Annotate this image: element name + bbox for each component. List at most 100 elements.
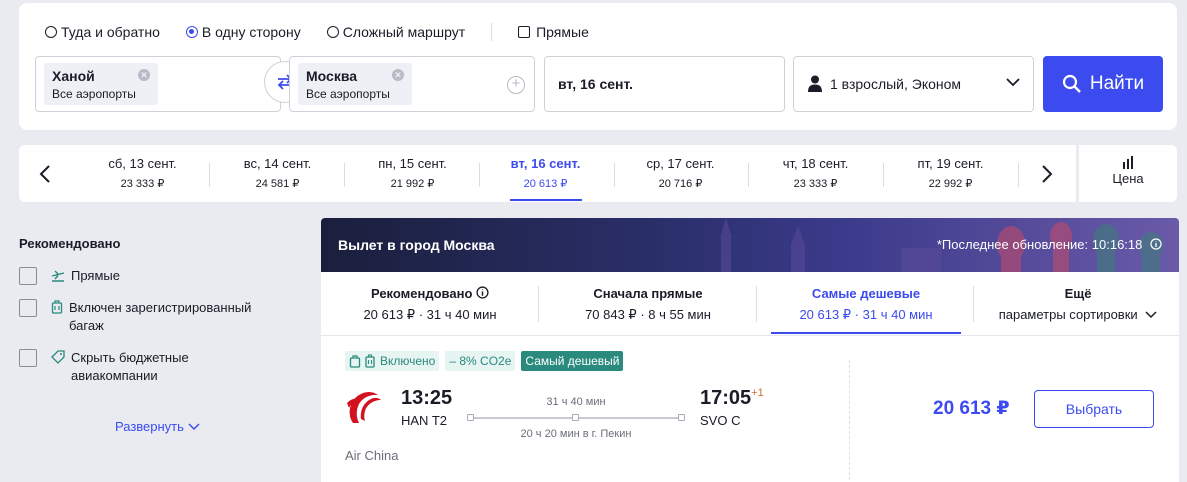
date-cell[interactable]: пт, 19 сент. 22 992 ₽ <box>883 145 1018 202</box>
destination-field[interactable]: Москва Все аэропорты ✕ + <box>289 56 535 112</box>
divider <box>538 286 539 322</box>
origin-chip: Ханой Все аэропорты ✕ <box>44 63 158 105</box>
tab-direct-first[interactable]: Сначала прямые 70 843 ₽ · 8 ч 55 мин <box>543 272 753 336</box>
date-cell-date: пн, 15 сент. <box>378 156 447 171</box>
last-updated: *Последнее обновление: 10:16:18 <box>937 237 1162 252</box>
filter-budget-airlines[interactable]: Скрыть бюджетные авиакомпании <box>19 349 279 385</box>
date-cell[interactable]: чт, 18 сент. 23 333 ₽ <box>748 145 883 202</box>
add-destination-icon[interactable]: + <box>507 76 525 94</box>
search-button[interactable]: Найти <box>1043 56 1163 112</box>
prev-dates-button[interactable] <box>33 159 57 189</box>
date-cell-date: чт, 18 сент. <box>782 156 849 171</box>
info-icon[interactable] <box>476 286 489 299</box>
bar-chart-icon <box>1123 156 1133 169</box>
luggage-icon <box>51 300 63 314</box>
tab-more-sort[interactable]: Ещё параметры сортировки <box>973 272 1179 336</box>
passengers-field[interactable]: 1 взрослый, Эконом <box>793 56 1034 112</box>
date-cell-price: 20 613 ₽ <box>523 178 568 190</box>
chevron-down-icon <box>1145 311 1157 319</box>
plane-icon <box>51 270 65 282</box>
checkbox-box <box>19 267 37 285</box>
divider <box>1018 163 1019 187</box>
expand-filters-link[interactable]: Развернуть <box>115 419 200 434</box>
date-cell[interactable]: ср, 17 сент. 20 716 ₽ <box>613 145 748 202</box>
destination-airports: Все аэропорты <box>306 87 390 101</box>
route-line <box>467 412 685 424</box>
date-cell-price: 21 992 ₽ <box>390 178 435 190</box>
cheapest-badge: Самый дешевый <box>521 351 624 371</box>
tab-recommended[interactable]: Рекомендовано 20 613 ₽ · 31 ч 40 мин <box>325 272 535 336</box>
trip-type-row: Туда и обратно В одну сторону Сложный ма… <box>45 23 589 41</box>
ticket-price: 20 613 ₽ <box>933 398 1010 419</box>
tab-sub-text: параметры сортировки <box>998 307 1138 322</box>
date-cell-price: 24 581 ₽ <box>255 178 300 190</box>
direct-checkbox[interactable]: Прямые <box>518 24 589 40</box>
divider <box>756 286 757 322</box>
filter-label: Прямые <box>71 268 120 283</box>
filter-direct[interactable]: Прямые <box>19 267 279 285</box>
select-button[interactable]: Выбрать <box>1034 390 1154 428</box>
date-cell-date: вс, 14 сент. <box>243 156 312 171</box>
radio-dot-selected <box>185 26 198 38</box>
passengers-value: 1 взрослый, Эконом <box>830 76 962 92</box>
date-cell[interactable]: пн, 15 сент. 21 992 ₽ <box>345 145 480 202</box>
departure-time: 13:25 <box>401 387 453 409</box>
arrival-time: 17:05 <box>700 387 752 409</box>
origin-field[interactable]: Ханой Все аэропорты ✕ <box>35 56 281 112</box>
hand-luggage-icon <box>349 355 361 368</box>
radio-round-trip[interactable]: Туда и обратно <box>45 24 160 40</box>
date-cell[interactable]: вс, 14 сент. 24 581 ₽ <box>210 145 345 202</box>
next-day-marker: +1 <box>751 387 764 399</box>
date-cell-date: вт, 16 сент. <box>510 156 581 171</box>
tag-icon <box>51 350 65 364</box>
co2-tag: – 8% CO2e <box>445 351 516 371</box>
filters-title: Рекомендовано <box>19 236 121 251</box>
ticket-tags: Включено – 8% CO2e Самый дешевый <box>345 351 624 371</box>
filter-baggage[interactable]: Включен зарегистрированный багаж <box>19 299 279 335</box>
results-banner: Вылет в город Москва *Последнее обновлен… <box>321 218 1179 272</box>
date-cell-selected[interactable]: вт, 16 сент. 20 613 ₽ <box>478 145 613 202</box>
date-cell-price: 22 992 ₽ <box>928 178 973 190</box>
filters-sidebar: Рекомендовано Прямые Включен зарегистрир… <box>19 236 279 434</box>
date-cell-date: ср, 17 сент. <box>646 156 715 171</box>
destination-chip: Москва Все аэропорты ✕ <box>298 63 412 105</box>
next-dates-button[interactable] <box>1035 159 1059 189</box>
departure-airport: HAN T2 <box>401 413 447 428</box>
date-cell[interactable]: сб, 13 сент. 23 333 ₽ <box>75 145 210 202</box>
arrival: 17:05+1 SVO C <box>700 387 764 428</box>
clear-icon[interactable]: ✕ <box>138 69 150 81</box>
price-chart-toggle[interactable]: Цена <box>1079 145 1177 202</box>
departure: 13:25 HAN T2 <box>401 387 452 428</box>
arrival-airport: SVO C <box>700 413 741 428</box>
route-start-marker <box>467 414 474 421</box>
radio-multi-city[interactable]: Сложный маршрут <box>326 24 465 40</box>
included-label: Включено <box>380 354 436 368</box>
divider <box>491 23 493 41</box>
tab-title: Сначала прямые <box>593 286 703 301</box>
stop-marker <box>572 414 579 421</box>
date-value: вт, 16 сент. <box>558 76 634 92</box>
results-panel: Вылет в город Москва *Последнее обновлен… <box>321 218 1179 482</box>
tab-cheapest[interactable]: Самые дешевые 20 613 ₽ · 31 ч 40 мин <box>761 272 971 336</box>
radio-label: В одну сторону <box>201 24 301 40</box>
date-strip: сб, 13 сент. 23 333 ₽ вс, 14 сент. 24 58… <box>19 145 1076 202</box>
price-toggle-label: Цена <box>1112 171 1144 186</box>
airline-name: Air China <box>345 448 399 463</box>
origin-airports: Все аэропорты <box>52 87 136 101</box>
radio-one-way[interactable]: В одну сторону <box>185 24 301 40</box>
checkbox-label: Прямые <box>536 24 589 40</box>
info-icon[interactable] <box>1150 238 1162 250</box>
search-panel: Туда и обратно В одну сторону Сложный ма… <box>19 3 1177 130</box>
tab-sub: 20 613 ₽ · 31 ч 40 мин <box>363 307 497 322</box>
tab-title: Самые дешевые <box>811 286 921 301</box>
sort-tabs: Рекомендовано 20 613 ₽ · 31 ч 40 мин Сна… <box>321 272 1179 336</box>
chevron-right-icon <box>1042 165 1053 183</box>
ticket-card[interactable]: Включено – 8% CO2e Самый дешевый 13:25 H… <box>321 336 1179 482</box>
clear-icon[interactable]: ✕ <box>392 69 404 81</box>
banner-title: Вылет в город Москва <box>338 237 495 253</box>
checkbox-box <box>19 349 37 367</box>
radio-dot <box>45 26 57 38</box>
date-field[interactable]: вт, 16 сент. <box>544 56 785 112</box>
date-cell-price: 23 333 ₽ <box>120 178 165 190</box>
tab-title: Ещё <box>1064 286 1092 301</box>
